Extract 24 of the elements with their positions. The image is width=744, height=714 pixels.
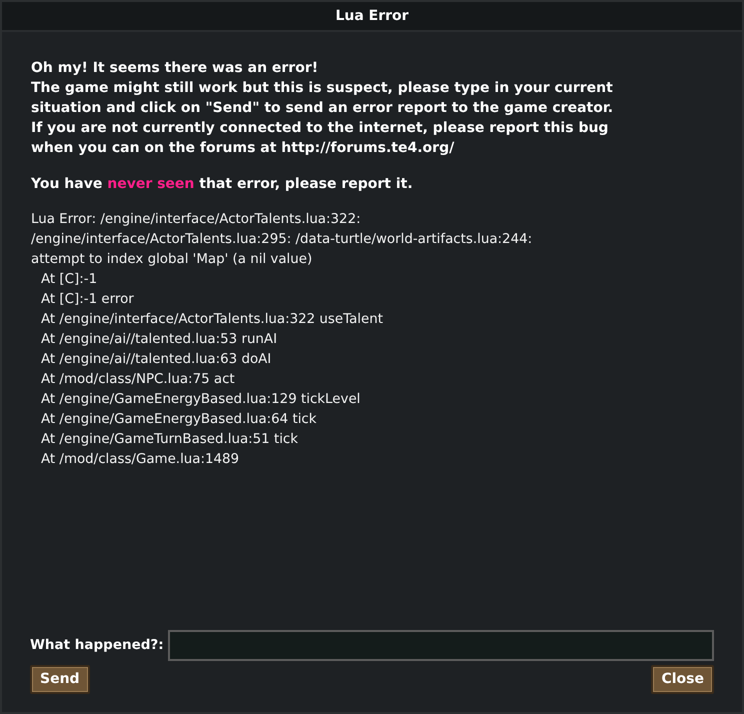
window-title: Lua Error [335, 6, 409, 26]
input-field[interactable] [168, 630, 714, 661]
close-button[interactable]: Close [651, 665, 714, 694]
traceback-line: At /mod/class/Game.lua:1489 [40, 451, 240, 469]
message-line: If you are not currently connected to the internet, please report this bug [31, 119, 610, 138]
traceback-line: At /engine/GameEnergyBased.lua:64 tick [40, 411, 318, 429]
traceback-line: At [C]:-1 [40, 271, 98, 289]
traceback-line: At /engine/GameTurnBased.lua:51 tick [40, 431, 300, 449]
traceback-line: At /engine/interface/ActorTalents.lua:322 useTalent [40, 311, 384, 329]
error-line: attempt to index global 'Map' (a nil value) [31, 251, 314, 269]
error-line: /engine/interface/ActorTalents.lua:295: /data-turtle/world-artifacts.lua:244: [31, 231, 534, 249]
report-notice: You have never seen that error, please report it. [31, 175, 414, 194]
message-line: situation and click on "Send" to send an error report to the game creator. [31, 99, 614, 118]
message-line: The game might still work but this is suspect, please type in your current [31, 79, 614, 98]
error-line: Lua Error: /engine/interface/ActorTalents.lua:322: [31, 211, 362, 229]
traceback-line: At /engine/GameEnergyBased.lua:129 tickLevel [40, 391, 362, 409]
field-label: What happened?: [30, 636, 164, 656]
traceback-line: At /engine/ai//talented.lua:53 runAI [40, 331, 278, 349]
traceback-line: At [C]:-1 error [40, 291, 135, 309]
traceback-line: At /engine/ai//talented.lua:63 doAI [40, 351, 272, 369]
traceback-line: At /mod/class/NPC.lua:75 act [40, 371, 236, 389]
message-line: when you can on the forums at http://forums.te4.org/ [31, 139, 456, 158]
send-button[interactable]: Send [30, 665, 90, 694]
message-line: Oh my! It seems there was an error! [31, 59, 320, 78]
